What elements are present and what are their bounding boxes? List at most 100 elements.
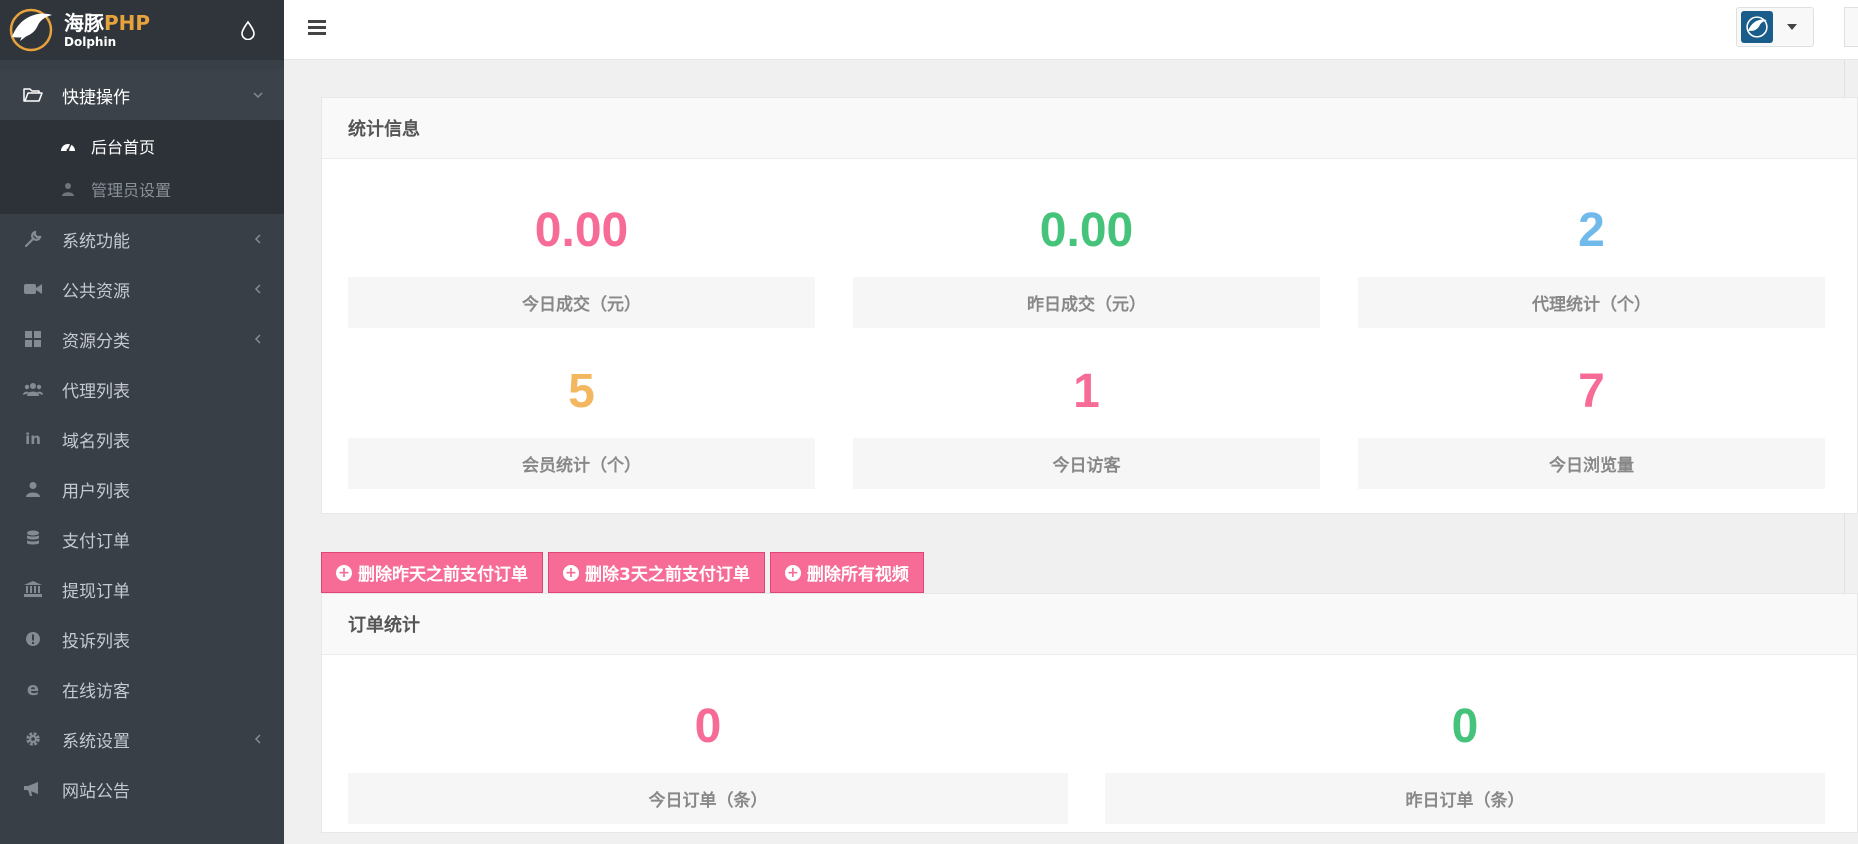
delete-orders-before-yesterday-button[interactable]: + 删除昨天之前支付订单 [321,552,543,593]
sidebar-item-label: 域名列表 [62,431,130,452]
video-camera-icon [22,278,44,300]
grid-icon [22,328,44,350]
theme-drop-icon[interactable] [240,20,256,40]
sidebar-item-complaints[interactable]: 投诉列表 [0,614,284,664]
sidebar-item-online-visitors[interactable]: e 在线访客 [0,664,284,714]
chevron-left-icon [254,334,261,344]
stats-grid: 0.00 今日成交（元） 0.00 昨日成交（元） 2 代理统计（个） 5 会员… [322,159,1857,513]
delete-orders-before-3-days-button[interactable]: + 删除3天之前支付订单 [548,552,765,593]
stat-value: 0 [694,700,722,753]
linkedin-icon: in [25,430,41,448]
stats-panel-title: 统计信息 [322,98,1857,159]
dolphin-logo-icon [9,8,53,52]
stat-value: 7 [1578,365,1605,418]
main-content: 统计信息 0.00 今日成交（元） 0.00 昨日成交（元） 2 代理统计（个）… [321,97,1858,833]
stat-value: 0.00 [1039,204,1134,257]
stat-agent-count: 2 代理统计（个） [1358,205,1825,328]
sidebar-item-payment-orders[interactable]: 支付订单 [0,514,284,564]
user-icon [22,478,44,500]
caret-down-icon [1787,24,1797,30]
sidebar-item-user-list[interactable]: 用户列表 [0,464,284,514]
sidebar-item-label: 网站公告 [62,781,130,802]
stat-today-pageviews: 7 今日浏览量 [1358,366,1825,489]
menu-toggle-icon[interactable] [308,20,326,36]
stat-label: 昨日成交（元） [853,277,1320,328]
database-icon [22,528,44,550]
orders-panel-title: 订单统计 [322,594,1857,655]
internet-explorer-icon: e [26,678,40,700]
button-label: 删除所有视频 [806,565,909,585]
dashboard-icon [60,138,76,154]
bank-icon [22,578,44,600]
sidebar-item-quick-actions[interactable]: 快捷操作 [0,70,284,120]
user-dropdown-button[interactable] [1736,7,1814,47]
bullhorn-icon [22,778,44,800]
folder-open-icon [22,84,44,106]
sidebar-item-agent-list[interactable]: 代理列表 [0,364,284,414]
sidebar-menu: 快捷操作 后台首页 管理员设置 系统功能 公共资源 资源分类 代理列表 in 域… [0,60,284,814]
stat-today-visitors: 1 今日访客 [853,366,1320,489]
stat-label: 代理统计（个） [1358,277,1825,328]
dolphin-avatar-icon [1746,16,1768,38]
sidebar-item-label: 代理列表 [62,381,130,402]
plus-circle-icon: + [336,564,352,581]
sidebar-item-withdraw-orders[interactable]: 提现订单 [0,564,284,614]
stat-value: 0 [1451,700,1479,753]
sidebar-item-label: 投诉列表 [62,631,130,652]
stat-yesterday-orders: 0 昨日订单（条） [1105,701,1825,824]
sidebar-item-resource-categories[interactable]: 资源分类 [0,314,284,364]
plus-circle-icon: + [563,564,579,581]
sidebar-item-system-functions[interactable]: 系统功能 [0,214,284,264]
sidebar-item-label: 在线访客 [62,681,130,702]
sidebar: 海豚PHP Dolphin 快捷操作 后台首页 管理员设置 系统功能 公共资源 … [0,0,284,844]
avatar [1741,11,1773,43]
stat-today-turnover: 0.00 今日成交（元） [348,205,815,328]
exclamation-circle-icon [22,628,44,650]
gear-icon [22,728,44,750]
chevron-left-icon [254,734,261,744]
sidebar-item-label: 系统功能 [62,231,130,252]
stat-value: 2 [1578,204,1605,257]
brand[interactable]: 海豚PHP Dolphin [0,0,284,60]
sidebar-item-announcements[interactable]: 网站公告 [0,764,284,814]
sidebar-item-label: 快捷操作 [62,87,130,108]
sidebar-item-domain-list[interactable]: in 域名列表 [0,414,284,464]
stat-label: 今日访客 [853,438,1320,489]
orders-panel: 订单统计 0 今日订单（条） 0 昨日订单（条） [321,593,1858,833]
stat-today-orders: 0 今日订单（条） [348,701,1068,824]
sidebar-item-public-resources[interactable]: 公共资源 [0,264,284,314]
user-icon [60,181,76,197]
stat-label: 今日浏览量 [1358,438,1825,489]
delete-all-videos-button[interactable]: + 删除所有视频 [769,552,924,593]
stat-label: 今日成交（元） [348,277,815,328]
submenu-quick-actions: 后台首页 管理员设置 [0,120,284,214]
top-header [284,0,1858,60]
users-icon [22,378,44,400]
button-label: 删除昨天之前支付订单 [358,565,528,585]
brand-name-cn: 海豚 [64,10,104,35]
header-edge-button[interactable] [1844,7,1858,47]
stat-label: 今日订单（条） [348,773,1068,824]
orders-grid: 0 今日订单（条） 0 昨日订单（条） [322,655,1857,824]
stat-label: 昨日订单（条） [1105,773,1825,824]
sidebar-item-label: 后台首页 [91,137,156,157]
sidebar-item-label: 用户列表 [62,481,130,502]
chevron-left-icon [254,234,261,244]
stat-value: 1 [1073,365,1100,418]
stat-member-count: 5 会员统计（个） [348,366,815,489]
sidebar-item-system-settings[interactable]: 系统设置 [0,714,284,764]
stat-value: 5 [568,365,595,418]
stat-yesterday-turnover: 0.00 昨日成交（元） [853,205,1320,328]
sidebar-item-label: 公共资源 [62,281,130,302]
chevron-down-icon [253,92,263,99]
stat-value: 0.00 [534,204,629,257]
brand-subtitle: Dolphin [64,34,117,49]
action-buttons: + 删除昨天之前支付订单 + 删除3天之前支付订单 + 删除所有视频 [321,552,1858,593]
sidebar-item-label: 资源分类 [62,331,130,352]
sidebar-item-label: 系统设置 [62,731,130,752]
chevron-left-icon [254,284,261,294]
stats-panel: 统计信息 0.00 今日成交（元） 0.00 昨日成交（元） 2 代理统计（个）… [321,97,1858,514]
brand-text: 海豚PHP Dolphin [64,13,150,48]
sidebar-item-admin-settings[interactable]: 管理员设置 [0,167,284,210]
sidebar-item-dashboard[interactable]: 后台首页 [0,124,284,167]
